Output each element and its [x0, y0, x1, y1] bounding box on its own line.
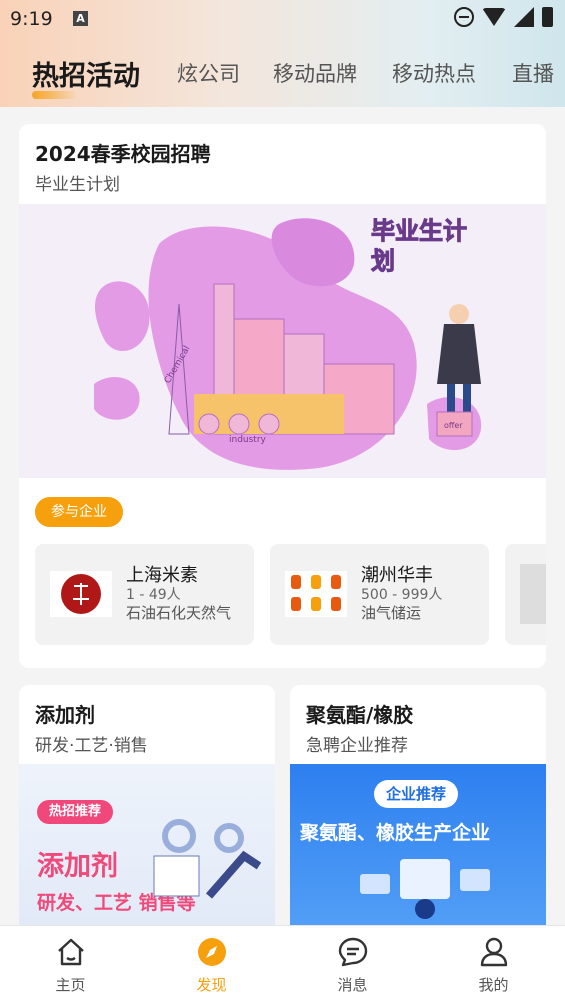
tab-companies[interactable]: 炫公司 [177, 58, 240, 88]
bottom-navigation: 主页 发现 消息 我的 [0, 925, 565, 1004]
tab-label: 炫公司 [177, 62, 240, 86]
nav-label: 发现 [196, 976, 227, 994]
compass-icon [198, 938, 226, 966]
category-tabs: 热招活动 炫公司 移动品牌 移动热点 直播 [0, 50, 565, 100]
company-size: 500 - 999人 [361, 587, 443, 603]
do-not-disturb-icon [454, 7, 474, 27]
signal-icon [514, 7, 534, 27]
card-title: 2024春季校园招聘 [35, 142, 211, 166]
nav-label: 主页 [55, 976, 86, 994]
lab-illustration [153, 819, 262, 899]
company-size: 1 - 49人 [126, 587, 181, 603]
status-bar: 9:19 A [0, 0, 565, 38]
home-icon [58, 938, 84, 966]
company-card-partial[interactable] [505, 544, 546, 645]
banner-title: 添加剂 [37, 851, 118, 882]
user-icon [480, 937, 508, 967]
banner-offer-text: offer [444, 421, 463, 430]
battery-icon [542, 7, 553, 27]
header: 9:19 A 热招活动 炫公司 移动品牌 移动热点 直播 [0, 0, 565, 107]
nav-label: 我的 [478, 976, 509, 994]
tab-label: 热招活动 [32, 61, 140, 92]
tab-label: 直播 [512, 62, 554, 86]
card-subtitle: 毕业生计划 [35, 175, 120, 195]
nav-label: 消息 [337, 976, 368, 994]
nav-messages[interactable]: 消息 [282, 926, 423, 1004]
tab-brands[interactable]: 移动品牌 [273, 58, 357, 88]
status-time: 9:19 [10, 8, 53, 30]
nav-profile[interactable]: 我的 [423, 926, 564, 1004]
company-card[interactable]: 潮州华丰 500 - 999人 油气储运 [270, 544, 489, 645]
tab-label: 移动品牌 [273, 62, 357, 86]
polyurethane-card[interactable]: 聚氨酯/橡胶 急聘企业推荐 企业推荐 聚氨酯、橡胶生产企业 [290, 685, 546, 945]
hot-badge: 热招推荐 [37, 800, 114, 824]
company-logo [50, 571, 112, 617]
tab-hot-activities[interactable]: 热招活动 [32, 54, 140, 99]
participants-badge: 参与企业 [35, 497, 123, 527]
card-title: 聚氨酯/橡胶 [306, 703, 414, 727]
company-industry: 油气储运 [361, 604, 422, 622]
company-logo [285, 571, 347, 617]
banner-graduate-title: 毕业生计划 [371, 217, 468, 276]
additive-banner[interactable]: 热招推荐 添加剂 研发、工艺 销售等 [19, 764, 275, 945]
tab-live[interactable]: 直播 [512, 58, 554, 88]
company-card[interactable]: 上海米素 1 - 49人 石油石化天然气 [35, 544, 254, 645]
company-industry: 石油石化天然气 [126, 604, 232, 622]
tab-hotspots[interactable]: 移动热点 [392, 58, 476, 88]
tab-label: 移动热点 [392, 62, 476, 86]
card-title: 添加剂 [35, 703, 95, 727]
nav-home[interactable]: 主页 [0, 926, 141, 1004]
additive-card[interactable]: 添加剂 研发·工艺·销售 热招推荐 添加剂 研发、工艺 销售等 [19, 685, 275, 945]
message-icon [338, 937, 368, 967]
accessibility-icon: A [73, 11, 88, 26]
card-subtitle: 研发·工艺·销售 [35, 736, 148, 756]
shield-icon [520, 564, 546, 624]
nav-discover[interactable]: 发现 [141, 926, 282, 1004]
business-illustration [360, 859, 490, 919]
recommend-badge: 企业推荐 [374, 780, 459, 808]
polyurethane-banner[interactable]: 企业推荐 聚氨酯、橡胶生产企业 [290, 764, 546, 945]
status-icons [454, 7, 553, 27]
campus-recruit-card[interactable]: 2024春季校园招聘 毕业生计划 offer Chemical industry… [19, 124, 546, 668]
banner-industry-text: industry [229, 435, 267, 445]
banner-title: 聚氨酯、橡胶生产企业 [300, 822, 491, 844]
graduate-banner[interactable]: offer Chemical industry 毕业生计划 [19, 204, 546, 478]
wifi-icon [482, 8, 506, 26]
card-subtitle: 急聘企业推荐 [306, 736, 408, 756]
tab-active-indicator [32, 91, 78, 99]
